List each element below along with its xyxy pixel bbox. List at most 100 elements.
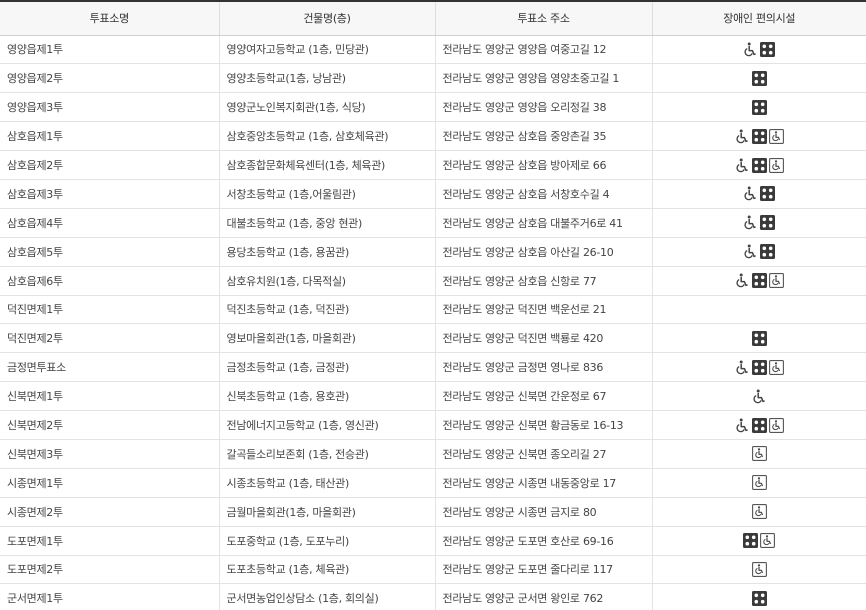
- address-cell: 전라남도 영양군 신북면 황금동로 16-13: [435, 410, 653, 440]
- wheelchair-icon: [752, 389, 767, 404]
- table-row: 삼호읍제2투 삼호종합문화체육센터(1층, 체육관) 전라남도 영양군 삼호읍 방아…: [0, 150, 866, 180]
- table-row: 영양읍제2투 영양초등학교(1층, 낭남관) 전라남도 영양군 영양읍 영양초중고길…: [0, 63, 866, 94]
- table-row: 신북면제1투 신북초등학교 (1층, 용호관) 전라남도 영양군 신북면 간운정로 …: [0, 381, 866, 412]
- station-name-cell: 신북면제1투: [0, 381, 220, 412]
- table-row: 영양읍제3투 영양군노인복지회관(1층, 식당) 전라남도 영양군 영양읍 오리정길…: [0, 92, 866, 123]
- station-name-cell: 신북면제2투: [0, 410, 220, 440]
- accessible-booth-icon: [768, 359, 784, 375]
- accessible-booth-icon: [768, 157, 784, 173]
- table-row: 신북면제3투 갈곡들소리보존회 (1층, 전승관) 전라남도 영양군 신북면 종오리…: [0, 439, 866, 469]
- building-cell: 신북초등학교 (1층, 용호관): [219, 381, 436, 412]
- facility-icons: [751, 475, 767, 491]
- table-body: 영양읍제1투 영양여자고등학교 (1층, 민당관) 전라남도 영양군 영양읍 여중고…: [0, 35, 866, 610]
- polling-station-table: 투표소명 건물명(층) 투표소 주소 장애인 편의시설 영양읍제1투 영양여자고등…: [0, 0, 866, 610]
- table-row: 신북면제2투 전남에너지고등학교 (1층, 영신관) 전라남도 영양군 신북면 황금…: [0, 410, 866, 440]
- building-cell: 서창초등학교 (1층,어울림관): [219, 179, 436, 209]
- facilities-cell: [652, 497, 866, 527]
- facility-icons: [743, 533, 776, 549]
- address-cell: 전라남도 영양군 시종면 내동중앙로 17: [435, 468, 653, 498]
- braille-icon: [751, 330, 767, 346]
- address-cell: 전라남도 영양군 삼호읍 방아제로 66: [435, 150, 653, 180]
- wheelchair-icon: [735, 418, 750, 433]
- wheelchair-icon: [743, 186, 758, 201]
- facility-icons: [743, 41, 776, 57]
- facility-icons: [752, 389, 767, 404]
- address-cell: 전라남도 영양군 삼호읍 신항로 77: [435, 266, 653, 296]
- accessible-booth-icon: [768, 273, 784, 289]
- building-cell: 금월마을회관(1층, 마을회관): [219, 497, 436, 527]
- facility-icons: [735, 417, 784, 433]
- address-cell: 전라남도 영양군 삼호읍 아산길 26-10: [435, 237, 653, 267]
- facilities-cell: [652, 439, 866, 469]
- station-name-cell: 영양읍제1투: [0, 35, 220, 65]
- wheelchair-icon: [743, 42, 758, 57]
- facility-icons: [751, 70, 767, 86]
- facility-icons: [751, 562, 767, 577]
- address-cell: 전라남도 영양군 삼호읍 중앙촌길 35: [435, 121, 653, 152]
- braille-icon: [743, 533, 759, 549]
- accessible-booth-icon: [768, 128, 784, 144]
- header-station-name: 투표소명: [0, 1, 220, 36]
- building-cell: 도포중학교 (1층, 도포누리): [219, 526, 436, 556]
- braille-icon: [751, 590, 767, 606]
- wheelchair-icon: [743, 244, 758, 259]
- building-cell: 대불초등학교 (1층, 중앙 현관): [219, 208, 436, 238]
- wheelchair-icon: [735, 129, 750, 144]
- facilities-cell: [652, 526, 866, 556]
- header-facilities: 장애인 편의시설: [652, 1, 866, 36]
- address-cell: 전라남도 영양군 삼호읍 서창호수길 4: [435, 179, 653, 209]
- address-cell: 전라남도 영양군 덕진면 백룡로 420: [435, 323, 653, 354]
- braille-icon: [751, 70, 767, 86]
- wheelchair-icon: [735, 360, 750, 375]
- address-cell: 전라남도 영양군 신북면 간운정로 67: [435, 381, 653, 412]
- wheelchair-icon: [735, 158, 750, 173]
- accessible-booth-icon: [751, 504, 767, 520]
- building-cell: 금정초등학교 (1층, 금정관): [219, 352, 436, 383]
- building-cell: 도포초등학교 (1층, 체육관): [219, 555, 436, 585]
- station-name-cell: 삼호읍제5투: [0, 237, 220, 267]
- accessible-booth-icon: [751, 475, 767, 491]
- facility-icons: [751, 99, 767, 115]
- address-cell: 전라남도 영양군 신북면 종오리길 27: [435, 439, 653, 469]
- station-name-cell: 영양읍제2투: [0, 63, 220, 94]
- station-name-cell: 도포면제1투: [0, 526, 220, 556]
- braille-icon: [760, 215, 776, 231]
- building-cell: 영양여자고등학교 (1층, 민당관): [219, 35, 436, 65]
- facilities-cell: [652, 381, 866, 412]
- station-name-cell: 영양읍제3투: [0, 92, 220, 123]
- braille-icon: [751, 128, 767, 144]
- station-name-cell: 삼호읍제4투: [0, 208, 220, 238]
- wheelchair-icon: [735, 273, 750, 288]
- table-row: 도포면제2투 도포초등학교 (1층, 체육관) 전라남도 영양군 도포면 줄다리로 …: [0, 555, 866, 585]
- address-cell: 전라남도 영양군 영양읍 여중고길 12: [435, 35, 653, 65]
- facilities-cell: [652, 323, 866, 354]
- facilities-cell: [652, 352, 866, 383]
- table-row: 삼호읍제6투 삼호유치원(1층, 다목적실) 전라남도 영양군 삼호읍 신항로 77: [0, 266, 866, 296]
- table-row: 삼호읍제1투 삼호중앙초등학교 (1층, 삼호체육관) 전라남도 영양군 삼호읍 중…: [0, 121, 866, 152]
- building-cell: 삼호중앙초등학교 (1층, 삼호체육관): [219, 121, 436, 152]
- facilities-cell: [652, 410, 866, 440]
- braille-icon: [751, 359, 767, 375]
- braille-icon: [751, 417, 767, 433]
- braille-icon: [760, 41, 776, 57]
- braille-icon: [760, 186, 776, 202]
- facility-icons: [751, 590, 767, 606]
- facility-icons: [735, 128, 784, 144]
- building-cell: 영보마을회관(1층, 마을회관): [219, 323, 436, 354]
- facility-icons: [743, 244, 776, 260]
- address-cell: 전라남도 영양군 도포면 줄다리로 117: [435, 555, 653, 585]
- address-cell: 전라남도 영양군 금정면 영나로 836: [435, 352, 653, 383]
- facilities-cell: [652, 468, 866, 498]
- facilities-cell: [652, 179, 866, 209]
- station-name-cell: 도포면제2투: [0, 555, 220, 585]
- table-row: 도포면제1투 도포중학교 (1층, 도포누리) 전라남도 영양군 도포면 호산로 6…: [0, 526, 866, 556]
- station-name-cell: 금정면투표소: [0, 352, 220, 383]
- building-cell: 덕진초등학교 (1층, 덕진관): [219, 295, 436, 325]
- station-name-cell: 삼호읍제1투: [0, 121, 220, 152]
- accessible-booth-icon: [751, 446, 767, 462]
- station-name-cell: 군서면제1투: [0, 583, 220, 610]
- table-row: 군서면제1투 군서면농업인상담소 (1층, 회의실) 전라남도 영양군 군서면 왕인…: [0, 583, 866, 610]
- station-name-cell: 덕진면제2투: [0, 323, 220, 354]
- facilities-cell: [652, 237, 866, 267]
- facility-icons: [743, 215, 776, 231]
